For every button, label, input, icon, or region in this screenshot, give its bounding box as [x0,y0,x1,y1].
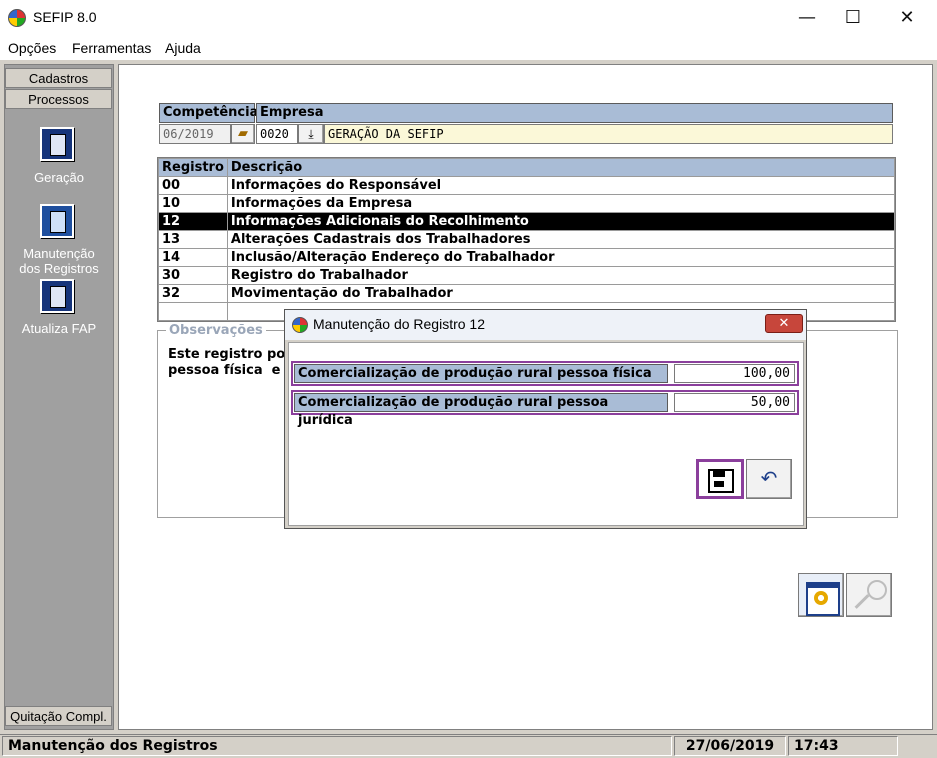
menu-ferramentas[interactable]: Ferramentas [72,40,151,56]
table-row[interactable]: 00 Informações do Responsável [158,176,896,195]
table-row[interactable]: 13 Alterações Cadastrais dos Trabalhadore… [158,230,896,249]
sidebar-item-manutencao[interactable]: Manutenção [4,246,114,261]
registro-desc: Informações da Empresa [226,194,896,213]
competencia-field[interactable]: 06/2019 [159,124,231,144]
empresa-name-field: GERAÇÃO DA SEFIP [324,124,893,144]
field-input-pessoa-fisica[interactable]: 100,00 [674,364,795,383]
registro-code: 14 [158,248,228,267]
registro-code [158,302,228,321]
update-fap-icon[interactable] [40,279,74,313]
column-header-registro: Registro [158,158,228,177]
registro-code: 13 [158,230,228,249]
table-row[interactable]: 30 Registro do Trabalhador [158,266,896,285]
dialog-close-button[interactable]: ✕ [765,314,803,333]
table-row[interactable]: 10 Informações da Empresa [158,194,896,213]
sidebar-tab-cadastros[interactable]: Cadastros [5,68,112,88]
undo-button[interactable]: ↶ [746,459,792,499]
registro-code: 32 [158,284,228,303]
field-label-pessoa-juridica: Comercialização de produção rural pessoa… [294,393,668,428]
dialog-app-icon [292,317,308,333]
sidebar-item-geracao[interactable]: Geração [4,170,114,185]
sidebar-item-manutencao-line2[interactable]: dos Registros [4,261,114,276]
dialog-title: Manutenção do Registro 12 [313,316,485,332]
minimize-button[interactable]: — [784,4,830,32]
registro-desc: Movimentação do Trabalhador [226,284,896,303]
app-logo-icon [8,9,26,27]
competencia-header: Competência [159,103,258,123]
open-folder-icon[interactable]: ▰ [231,124,255,144]
registro-desc: Informações do Responsável [226,176,896,195]
process-icon[interactable] [798,573,844,617]
maintenance-icon[interactable] [40,204,74,238]
save-button[interactable] [696,459,744,499]
maximize-button[interactable]: ☐ [830,4,876,32]
field-row-pessoa-juridica: Comercialização de produção rural pessoa… [291,390,799,428]
sidebar [4,64,114,730]
observacoes-text: Este registro poss pessoa física e o [168,347,301,378]
registro-code: 30 [158,266,228,285]
sidebar-tab-quitacao[interactable]: Quitação Compl. [5,706,112,726]
field-input-pessoa-juridica[interactable]: 50,00 [674,393,795,412]
undo-icon: ↶ [760,466,778,490]
registro-code: 10 [158,194,228,213]
table-row-selected[interactable]: 12 Informações Adicionais do Recolhimento [158,212,896,231]
empresa-header: Empresa [256,103,893,123]
registro-code: 12 [158,212,228,231]
registro-code: 00 [158,176,228,195]
generation-icon[interactable] [40,127,74,161]
field-row-pessoa-fisica: Comercialização de produção rural pessoa… [291,361,799,386]
column-header-descricao: Descrição [226,158,896,177]
registro-desc: Alterações Cadastrais dos Trabalhadores [226,230,896,249]
empresa-code-field[interactable]: 0020 [256,124,298,144]
registro-desc: Inclusão/Alteração Endereço do Trabalhad… [226,248,896,267]
registro-desc: Informações Adicionais do Recolhimento [226,212,896,231]
status-message: Manutenção dos Registros [2,736,672,756]
save-floppy-icon [708,469,734,493]
status-time: 17:43 [788,736,898,756]
field-label-pessoa-fisica: Comercialização de produção rural pessoa… [294,364,668,383]
table-row[interactable]: 32 Movimentação do Trabalhador [158,284,896,303]
observacoes-title: Observações [166,323,266,338]
registro-desc: Registro do Trabalhador [226,266,896,285]
sidebar-item-atualiza-fap[interactable]: Atualiza FAP [4,321,114,336]
empresa-dropdown-icon[interactable]: ⤓ [298,124,324,144]
table-row[interactable]: 14 Inclusão/Alteração Endereço do Trabalh… [158,248,896,267]
window-title: SEFIP 8.0 [33,9,97,25]
status-date: 27/06/2019 [674,736,786,756]
menu-opcoes[interactable]: Opções [8,40,56,56]
close-button[interactable]: ✕ [884,4,930,32]
menu-ajuda[interactable]: Ajuda [165,40,201,56]
search-magnifier-icon[interactable] [846,573,892,617]
sidebar-tab-processos[interactable]: Processos [5,89,112,109]
registros-table: Registro Descrição 00 Informações do Resp… [157,157,896,322]
